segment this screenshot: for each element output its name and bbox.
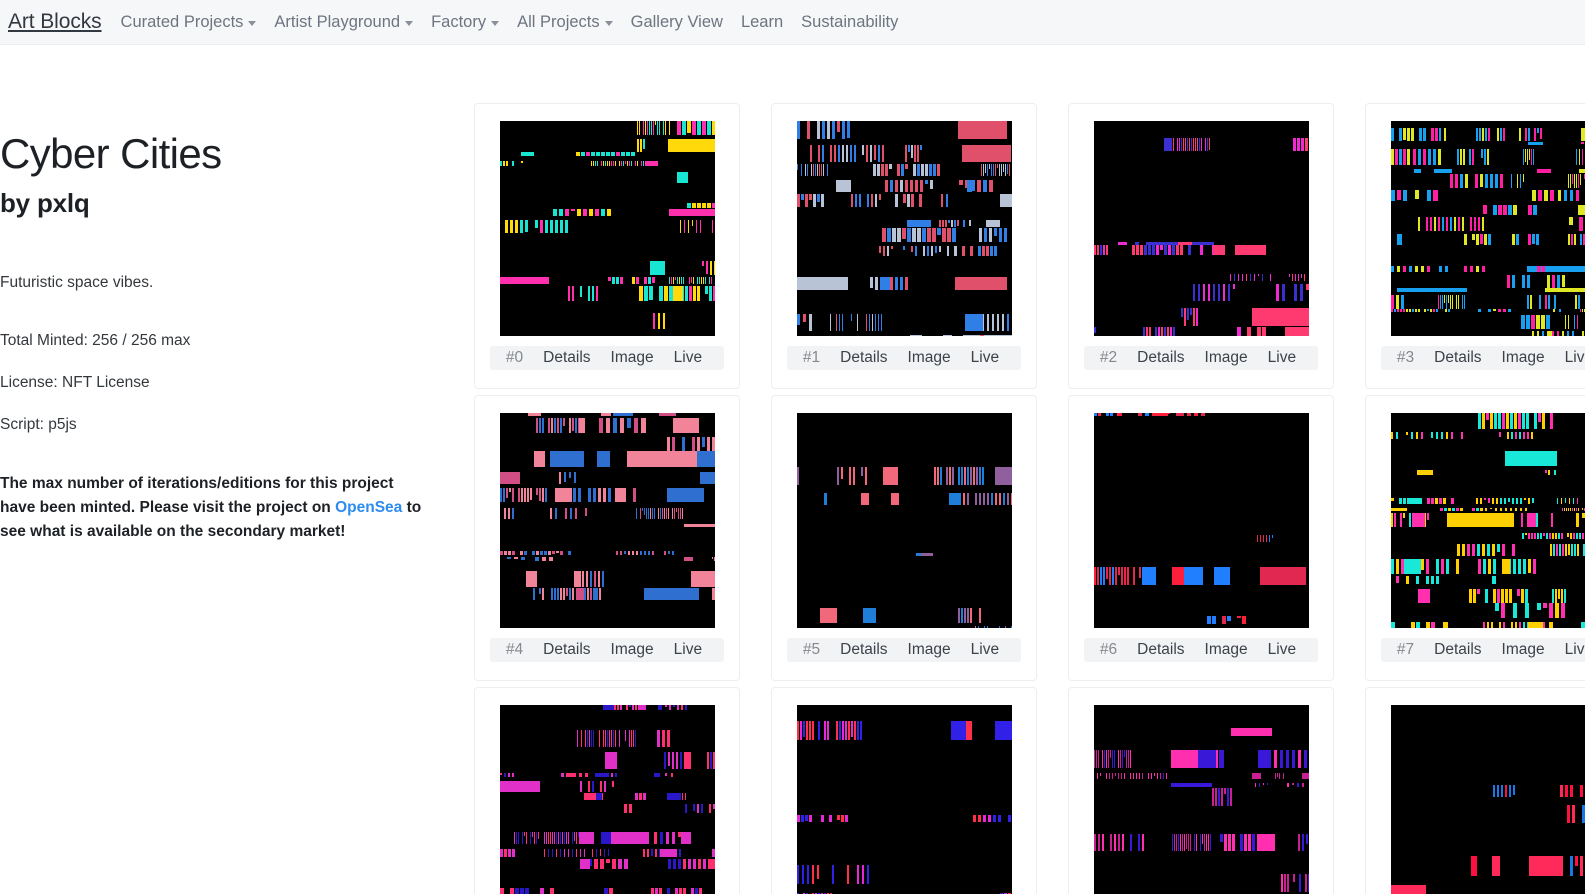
token-artwork[interactable] (796, 121, 1012, 336)
token-details-link[interactable]: Details (533, 349, 600, 367)
token-image-link[interactable]: Image (601, 349, 664, 367)
nav-item-gallery-view[interactable]: Gallery View (622, 13, 732, 32)
token-caption: #2 Details Image Live (1083, 346, 1319, 370)
token-artwork[interactable] (1093, 705, 1309, 894)
token-card[interactable]: #6 Details Image Live (1068, 395, 1334, 681)
token-image-link[interactable]: Image (1195, 641, 1258, 659)
token-id: #2 (1099, 349, 1118, 366)
token-caption: #6 Details Image Live (1083, 638, 1319, 662)
nav-label: Factory (431, 12, 487, 31)
token-card[interactable]: #8 Details Image Live (474, 687, 740, 894)
top-navbar: Art Blocks Curated Projects Artist Playg… (0, 0, 1585, 45)
token-caption: #4 Details Image Live (489, 638, 725, 662)
page-title: Cyber Cities (0, 130, 222, 177)
token-id: #1 (802, 349, 821, 366)
nav-item-curated-projects[interactable]: Curated Projects (112, 13, 266, 32)
token-card[interactable]: #1 Details Image Live (771, 103, 1037, 389)
token-artwork[interactable] (499, 121, 715, 336)
token-caption: #1 Details Image Live (786, 346, 1022, 370)
nav-label: Learn (740, 12, 784, 31)
token-details-link[interactable]: Details (1127, 349, 1194, 367)
nav-item-factory[interactable]: Factory (422, 13, 508, 32)
token-image-link[interactable]: Image (898, 641, 961, 659)
token-details-link[interactable]: Details (1127, 641, 1194, 659)
token-card[interactable]: #10 Details Image Live (1068, 687, 1334, 894)
token-live-link[interactable]: Live (1555, 641, 1585, 659)
token-artwork[interactable] (1390, 705, 1585, 894)
token-image-link[interactable]: Image (1195, 349, 1258, 367)
token-card[interactable]: #0 Details Image Live (474, 103, 740, 389)
token-id: #4 (505, 641, 524, 658)
token-live-link[interactable]: Live (1258, 641, 1306, 659)
token-image-link[interactable]: Image (898, 349, 961, 367)
token-live-link[interactable]: Live (664, 349, 712, 367)
token-card[interactable]: #11 Details Image Live (1365, 687, 1585, 894)
project-info-panel: Cyber Cities by pxlq Futuristic space vi… (0, 45, 474, 544)
token-image-link[interactable]: Image (601, 641, 664, 659)
token-grid: #0 Details Image Live #1 Details Image L… (474, 45, 1585, 894)
token-live-link[interactable]: Live (1555, 349, 1585, 367)
token-live-link[interactable]: Live (961, 641, 1009, 659)
token-artwork[interactable] (1093, 121, 1309, 336)
nav-item-all-projects[interactable]: All Projects (508, 13, 622, 32)
token-live-link[interactable]: Live (664, 641, 712, 659)
nav-label: Artist Playground (274, 12, 401, 31)
token-artwork[interactable] (796, 413, 1012, 628)
token-artwork[interactable] (1390, 121, 1585, 336)
token-artwork[interactable] (499, 705, 715, 894)
token-artwork[interactable] (499, 413, 715, 628)
nav-label: Gallery View (630, 12, 723, 31)
token-live-link[interactable]: Live (1258, 349, 1306, 367)
script-text: Script: p5js (0, 416, 77, 434)
token-image-link[interactable]: Image (1492, 641, 1555, 659)
brand-logo[interactable]: Art Blocks (4, 10, 112, 34)
chevron-down-icon (491, 20, 500, 26)
nav-item-sustainability[interactable]: Sustainability (792, 13, 907, 32)
token-details-link[interactable]: Details (1424, 641, 1491, 659)
token-id: #6 (1099, 641, 1118, 658)
sold-out-notice: The max number of iterations/editions fo… (0, 472, 430, 544)
token-caption: #0 Details Image Live (489, 346, 725, 370)
nav-label: Sustainability (801, 12, 899, 31)
chevron-down-icon (604, 20, 613, 26)
token-card[interactable]: #2 Details Image Live (1068, 103, 1334, 389)
token-details-link[interactable]: Details (1424, 349, 1491, 367)
token-artwork[interactable] (796, 705, 1012, 894)
page-body: Cyber Cities by pxlq Futuristic space vi… (0, 45, 1585, 894)
token-id: #5 (802, 641, 821, 658)
artist-byline: by pxlq (0, 188, 90, 219)
token-id: #0 (505, 349, 524, 366)
token-caption: #7 Details Image Live (1380, 638, 1585, 662)
token-caption: #5 Details Image Live (786, 638, 1022, 662)
token-details-link[interactable]: Details (830, 349, 897, 367)
token-artwork[interactable] (1093, 413, 1309, 628)
chevron-down-icon (405, 20, 414, 26)
token-artwork[interactable] (1390, 413, 1585, 628)
token-live-link[interactable]: Live (961, 349, 1009, 367)
token-card[interactable]: #9 Details Image Live (771, 687, 1037, 894)
token-card[interactable]: #4 Details Image Live (474, 395, 740, 681)
project-description: Futuristic space vibes. (0, 274, 154, 292)
token-id: #7 (1396, 641, 1415, 658)
chevron-down-icon (248, 20, 257, 26)
nav-label: All Projects (517, 12, 600, 31)
token-details-link[interactable]: Details (830, 641, 897, 659)
nav-item-artist-playground[interactable]: Artist Playground (265, 13, 422, 32)
token-card[interactable]: #3 Details Image Live (1365, 103, 1585, 389)
token-image-link[interactable]: Image (1492, 349, 1555, 367)
token-card[interactable]: #5 Details Image Live (771, 395, 1037, 681)
nav-item-learn[interactable]: Learn (732, 13, 792, 32)
nav-label: Curated Projects (120, 12, 244, 31)
token-id: #3 (1396, 349, 1415, 366)
license-text: License: NFT License (0, 374, 150, 392)
token-caption: #3 Details Image Live (1380, 346, 1585, 370)
total-minted-text: Total Minted: 256 / 256 max (0, 332, 191, 350)
opensea-link[interactable]: OpenSea (335, 499, 402, 516)
token-details-link[interactable]: Details (533, 641, 600, 659)
token-card[interactable]: #7 Details Image Live (1365, 395, 1585, 681)
